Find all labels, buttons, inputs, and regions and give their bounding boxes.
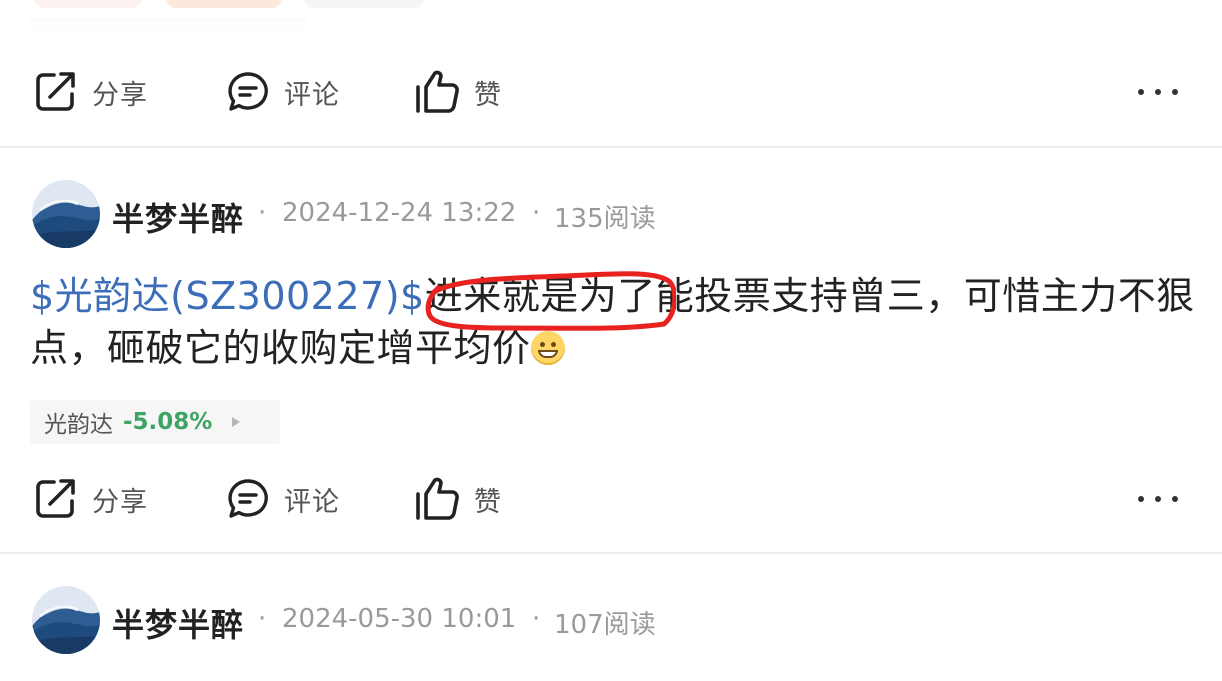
stock-tag-change: -5.08% [123, 409, 213, 435]
like-label: 赞 [474, 486, 502, 518]
stock-tag[interactable]: 光韵达 -5.08% [30, 400, 280, 444]
meta-separator: · [532, 198, 541, 228]
post-timestamp: 2024-12-24 13:22 [282, 198, 517, 228]
meta-separator: · [258, 198, 267, 228]
previous-post-tag [166, 0, 282, 8]
share-label: 分享 [92, 79, 148, 111]
comment-label: 评论 [284, 79, 340, 111]
like-button[interactable]: 赞 [414, 62, 502, 122]
more-icon [1138, 89, 1144, 95]
more-icon [1138, 496, 1144, 502]
author-name[interactable]: 半梦半醉 [112, 600, 244, 646]
more-options-button[interactable] [1138, 487, 1178, 511]
post-actions-bar: 分享 评论 赞 [0, 62, 1222, 122]
post-timestamp: 2024-05-30 10:01 [282, 604, 517, 634]
comment-icon [228, 479, 268, 518]
comment-label: 评论 [284, 486, 340, 518]
stock-tag-name: 光韵达 [44, 412, 113, 438]
avatar[interactable] [32, 180, 100, 248]
like-label: 赞 [474, 79, 502, 111]
meta-separator: · [258, 604, 267, 634]
author-name[interactable]: 半梦半醉 [112, 194, 244, 240]
read-count: 135阅读 [554, 204, 656, 234]
previous-post-fade [30, 18, 306, 36]
thumbs-up-icon [416, 477, 459, 520]
previous-post-tag [34, 0, 142, 8]
post-divider [0, 146, 1222, 148]
like-button[interactable]: 赞 [414, 469, 502, 529]
share-button[interactable]: 分享 [34, 469, 148, 529]
previous-post-tag [304, 0, 424, 8]
thumbs-up-icon [416, 70, 459, 113]
avatar[interactable] [32, 586, 100, 654]
caret-right-icon [232, 417, 241, 427]
read-count: 107阅读 [554, 610, 656, 640]
stock-link[interactable]: $光韵达(SZ300227)$ [30, 274, 425, 318]
red-annotation-circle [425, 271, 676, 331]
comment-button[interactable]: 评论 [226, 62, 340, 122]
post-actions-bar: 分享 评论 赞 [0, 469, 1222, 529]
comment-button[interactable]: 评论 [226, 469, 340, 529]
avatar-wave-image [32, 586, 100, 654]
emoji-grin-icon [530, 331, 565, 365]
share-icon [36, 72, 75, 111]
meta-separator: · [532, 604, 541, 634]
share-label: 分享 [92, 486, 148, 518]
avatar-wave-image [32, 180, 100, 248]
comment-icon [228, 72, 268, 111]
post-divider [0, 552, 1222, 554]
share-button[interactable]: 分享 [34, 62, 148, 122]
more-options-button[interactable] [1138, 80, 1178, 104]
share-icon [36, 479, 75, 518]
